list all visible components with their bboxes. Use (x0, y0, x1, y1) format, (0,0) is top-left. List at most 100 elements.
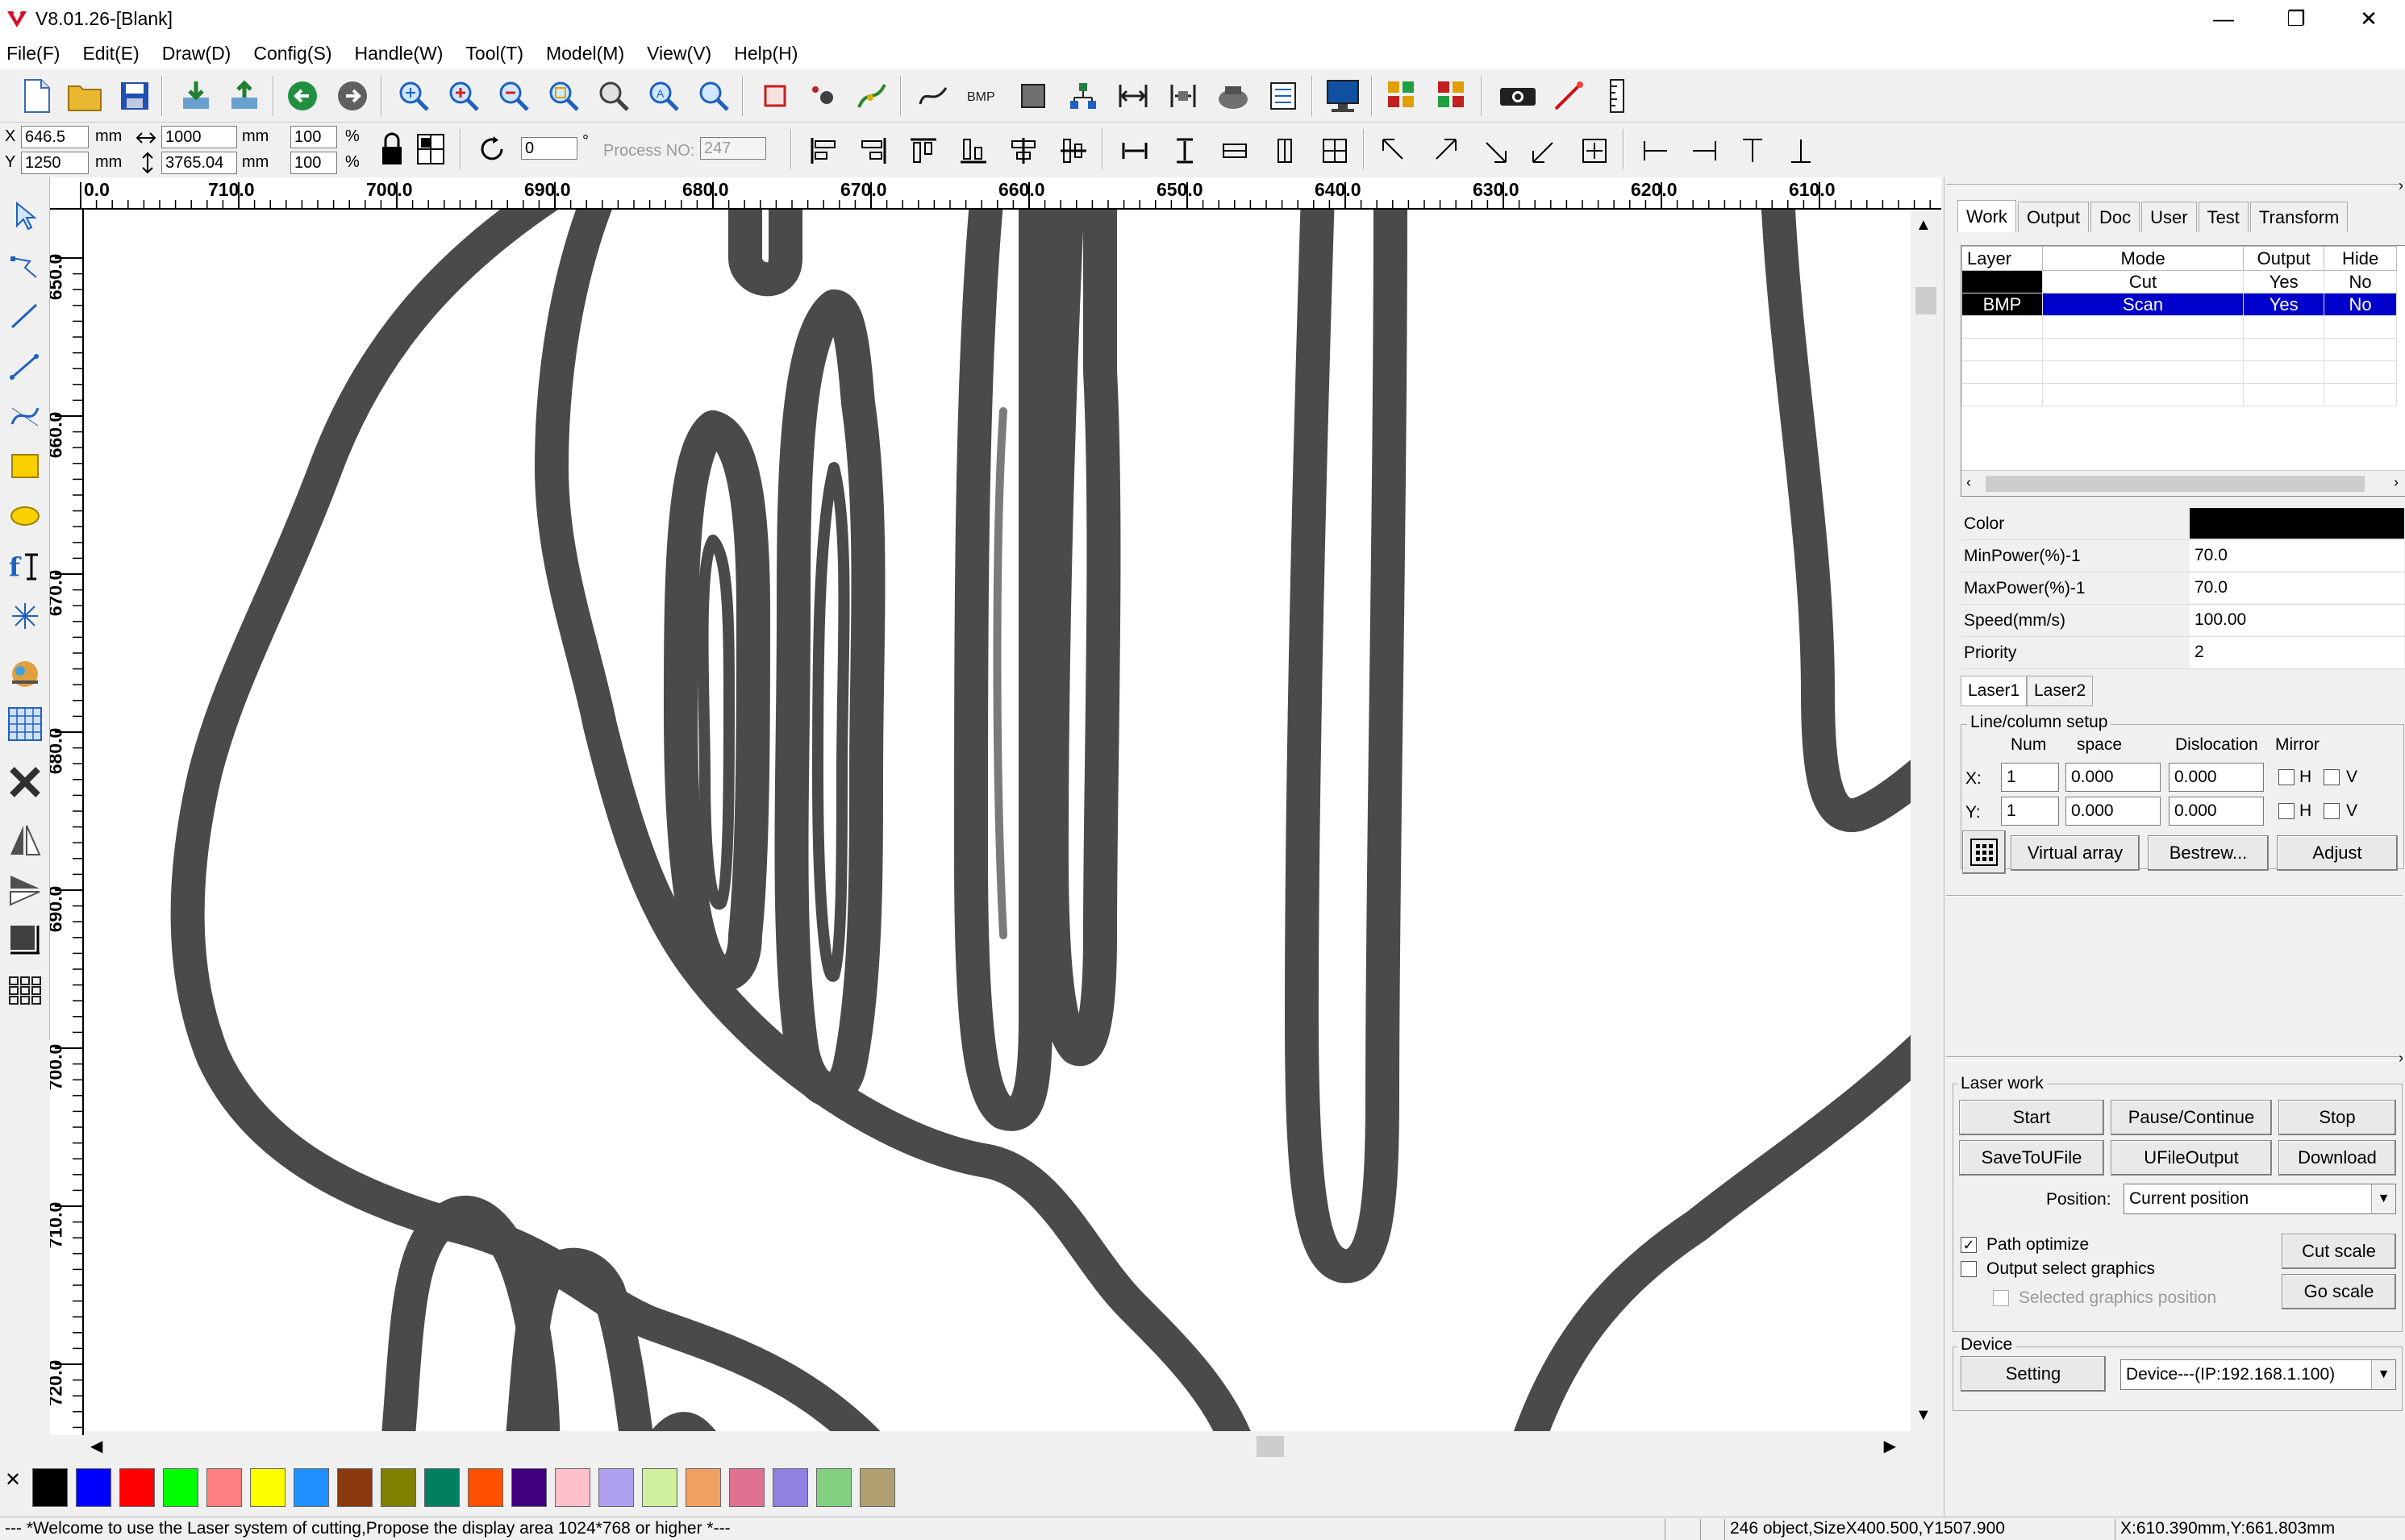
path-optimize-checkbox[interactable]: ✓ (1961, 1237, 1977, 1253)
drawing-canvas[interactable] (84, 210, 1911, 1431)
virtual-array-button[interactable]: Virtual array (2011, 835, 2140, 871)
align-width-icon[interactable] (1115, 77, 1152, 114)
rotate-icon[interactable] (476, 131, 508, 168)
scroll-up-icon[interactable]: ▲ (1915, 216, 1932, 235)
fill-icon[interactable] (1015, 77, 1052, 114)
menu-handle[interactable]: Handle(W) (355, 43, 444, 65)
align-right-icon[interactable] (855, 132, 892, 169)
tab-output[interactable]: Output (2017, 202, 2089, 232)
panel-arrow-icon[interactable]: › (2399, 177, 2403, 194)
path-edit-icon[interactable] (853, 77, 890, 114)
zoom-fit-icon[interactable]: A (645, 77, 682, 114)
menu-config[interactable]: Config(S) (253, 43, 331, 65)
lock-ratio-icon[interactable] (376, 131, 408, 168)
menu-model[interactable]: Model(M) (546, 43, 624, 65)
color-swatch[interactable] (250, 1468, 286, 1507)
text-icon[interactable]: f (5, 545, 45, 587)
menu-tool[interactable]: Tool(T) (465, 43, 523, 65)
monitor-icon[interactable] (1324, 77, 1361, 114)
col-mode[interactable]: Mode (2041, 246, 2245, 271)
width-input[interactable]: 1000 (161, 126, 237, 148)
point-icon[interactable] (5, 595, 45, 637)
chevron-down-icon[interactable]: ▼ (2371, 1360, 2395, 1389)
minpower-value[interactable]: 70.0 (2190, 540, 2404, 571)
layer-mode-cell[interactable]: Scan (2041, 293, 2245, 316)
move-top-left-icon[interactable] (1376, 132, 1413, 169)
color-swatch[interactable] (206, 1468, 242, 1507)
scroll-left-icon[interactable]: ◀ (90, 1436, 102, 1456)
color-swatch[interactable] (337, 1468, 373, 1507)
go-scale-button[interactable]: Go scale (2282, 1274, 2396, 1309)
setting-button[interactable]: Setting (1961, 1356, 2106, 1392)
layer-table-scroll-thumb[interactable] (1986, 476, 2365, 492)
mirror-y-v-checkbox[interactable] (2324, 803, 2340, 819)
node-edit-icon[interactable] (5, 245, 45, 287)
mirror-y-h-checkbox[interactable] (2278, 803, 2295, 819)
import-icon[interactable] (177, 77, 215, 114)
vertical-scroll-thumb[interactable] (1915, 287, 1936, 314)
minimize-button[interactable]: — (2187, 0, 2260, 37)
grid-array-icon[interactable] (5, 703, 45, 745)
array-x-space-input[interactable]: 0.000 (2065, 763, 2161, 792)
restore-button[interactable]: ❐ (2260, 0, 2332, 37)
color-swatch[interactable] (816, 1468, 852, 1507)
move-top-edge-icon[interactable] (1734, 132, 1771, 169)
ellipse-icon[interactable] (5, 495, 45, 537)
color-swatch[interactable] (119, 1468, 155, 1507)
tab-user[interactable]: User (2141, 202, 2197, 232)
array-grid-icon[interactable] (5, 969, 45, 1011)
menu-view[interactable]: View(V) (647, 43, 711, 65)
tab-laser2[interactable]: Laser2 (2027, 676, 2094, 706)
priority-value[interactable]: 2 (2190, 637, 2404, 668)
color-swatch[interactable] (163, 1468, 198, 1507)
rect-select-icon[interactable] (757, 77, 794, 114)
new-file-icon[interactable] (18, 77, 55, 114)
rectangle-icon[interactable] (5, 445, 45, 487)
tab-transform[interactable]: Transform (2249, 202, 2349, 232)
same-height-icon[interactable] (1166, 132, 1203, 169)
close-button[interactable]: ✕ (2332, 0, 2405, 37)
color-swatch[interactable] (32, 1468, 68, 1507)
mirror-x-h-checkbox[interactable] (2278, 769, 2295, 785)
device-select[interactable]: Device---(IP:192.168.1.100) ▼ (2120, 1359, 2396, 1390)
color-swatch[interactable] (76, 1468, 111, 1507)
export-icon[interactable] (226, 77, 263, 114)
mirror-vertical-icon[interactable] (5, 869, 45, 911)
line-icon[interactable] (5, 295, 45, 337)
mirror-horizontal-icon[interactable] (5, 819, 45, 861)
layer-table-hscroll[interactable]: ‹ › (1961, 470, 2405, 496)
array-y-dislocation-input[interactable]: 0.000 (2169, 797, 2264, 826)
color-swatch[interactable] (642, 1468, 677, 1507)
mirror-x-v-checkbox[interactable] (2324, 769, 2340, 785)
bitmap-icon[interactable] (5, 653, 45, 695)
move-left-edge-icon[interactable] (1637, 132, 1674, 169)
frame-icon[interactable] (5, 919, 45, 961)
color-swatch[interactable] (555, 1468, 590, 1507)
bestrew-button[interactable]: Bestrew... (2148, 835, 2269, 871)
array-copy-icon[interactable] (1384, 77, 1421, 114)
move-bottom-left-icon[interactable] (1526, 132, 1563, 169)
zoom-page-icon[interactable] (595, 77, 632, 114)
col-output[interactable]: Output (2243, 246, 2325, 271)
color-swatch[interactable] (860, 1468, 895, 1507)
layer-color-cell[interactable] (1961, 270, 2043, 293)
layer-color-cell[interactable]: BMP (1961, 293, 2043, 316)
save-icon[interactable] (116, 77, 153, 114)
rotate-angle-input[interactable]: 0 (521, 137, 577, 160)
group-icon[interactable] (1065, 77, 1102, 114)
ufile-output-button[interactable]: UFileOutput (2111, 1140, 2272, 1176)
menu-draw[interactable]: Draw(D) (162, 43, 231, 65)
adjust-button[interactable]: Adjust (2277, 835, 2398, 871)
array-y-space-input[interactable]: 0.000 (2065, 797, 2161, 826)
laser-pointer-icon[interactable] (1550, 77, 1587, 114)
y-position-input[interactable]: 1250 (21, 152, 89, 174)
delete-x-icon[interactable] (5, 761, 45, 803)
zoom-all-icon[interactable] (695, 77, 732, 114)
horizontal-scroll-thumb[interactable] (1257, 1436, 1284, 1457)
move-top-right-icon[interactable] (1426, 132, 1463, 169)
array-x-num-input[interactable]: 1 (2001, 763, 2059, 792)
ruler-icon[interactable] (1598, 77, 1636, 114)
panel-arrow-icon[interactable]: › (2399, 1050, 2403, 1067)
color-swatch[interactable] (773, 1468, 808, 1507)
redo-icon[interactable] (334, 77, 371, 114)
